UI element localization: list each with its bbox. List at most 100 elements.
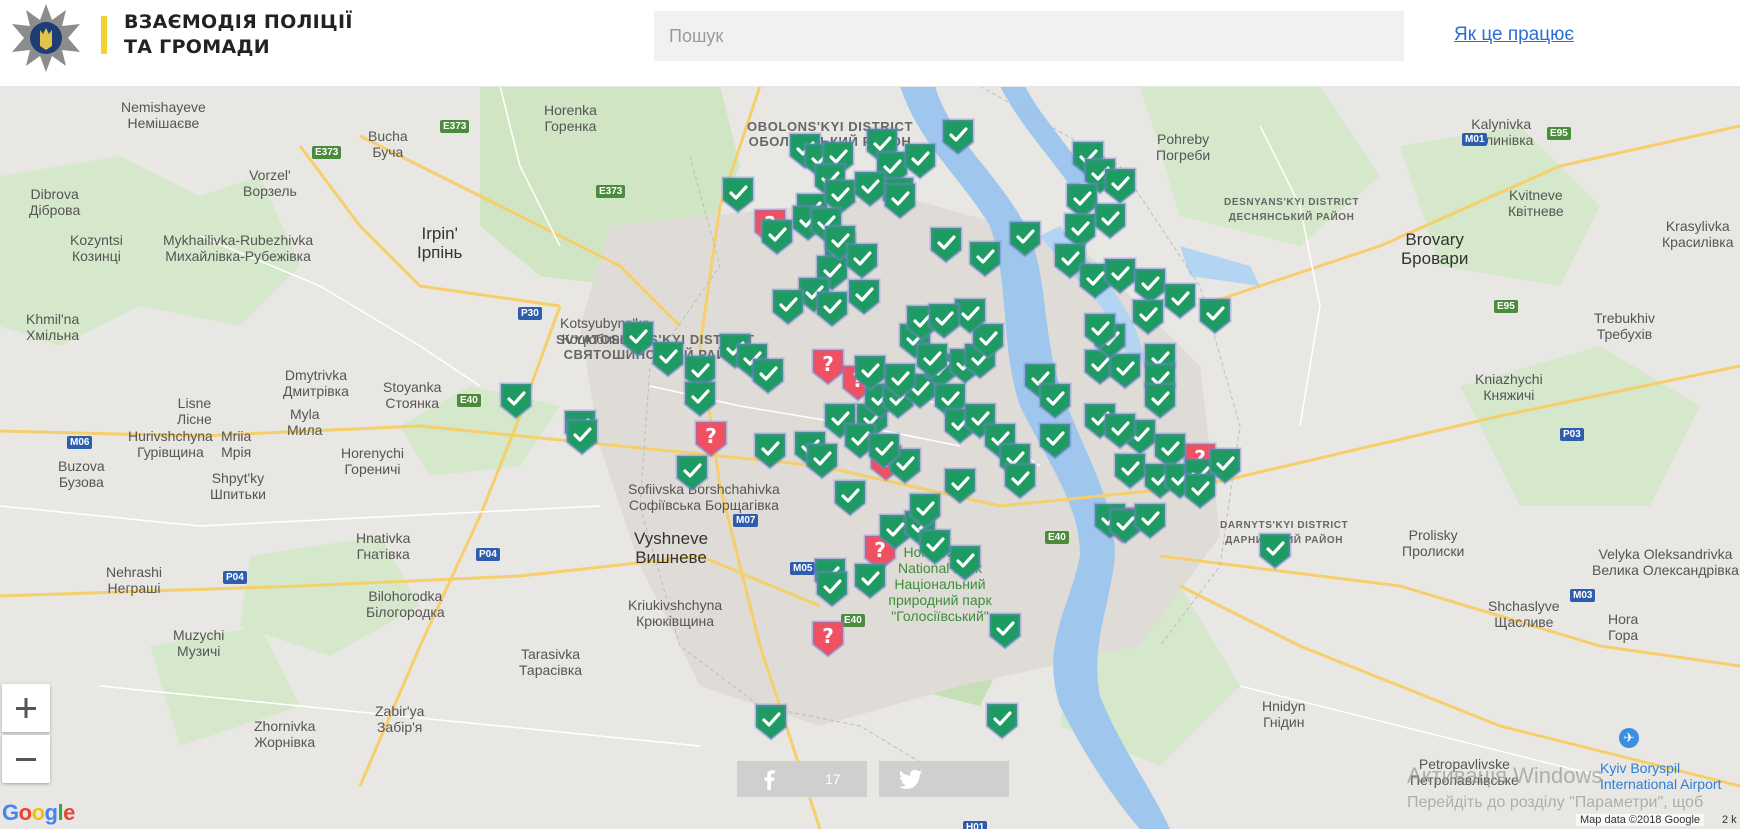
verified-marker[interactable] xyxy=(833,477,867,517)
verified-marker[interactable] xyxy=(853,560,887,600)
place-label: Zhornivka Жорнівка xyxy=(254,718,316,750)
road-sign: H01 xyxy=(963,821,988,829)
verified-marker[interactable] xyxy=(1113,450,1147,490)
site-header: ВЗАЄМОДІЯ ПОЛІЦІЇ ТА ГРОМАДИ Як це працю… xyxy=(0,0,1740,87)
verified-marker[interactable] xyxy=(1258,530,1292,570)
verified-marker[interactable] xyxy=(621,318,655,358)
district-label: DESNYANS'KYI DISTRICT ДЕСНЯНСЬКИЙ РАЙОН xyxy=(1224,197,1360,223)
verified-marker[interactable] xyxy=(968,238,1002,278)
verified-marker[interactable] xyxy=(1198,295,1232,335)
verified-marker[interactable] xyxy=(815,568,849,608)
verified-marker[interactable] xyxy=(988,610,1022,650)
map-canvas[interactable]: Nemishayeve Немішаєве Bucha Буча Horenka Го… xyxy=(0,86,1740,829)
verified-marker[interactable] xyxy=(1083,310,1117,350)
road-sign: M06 xyxy=(67,436,93,449)
verified-marker[interactable] xyxy=(753,430,787,470)
place-label: Tarasivka Тарасівка xyxy=(519,646,583,678)
place-label: Bucha Буча xyxy=(368,128,408,160)
verified-marker[interactable] xyxy=(1143,380,1177,420)
brand-accent-bar xyxy=(101,16,107,54)
verified-marker[interactable] xyxy=(883,180,917,220)
verified-marker[interactable] xyxy=(751,355,785,395)
verified-marker[interactable] xyxy=(754,701,788,741)
windows-activation-subtext: Перейдіть до розділу "Параметри", щоб xyxy=(1407,794,1704,811)
verified-marker[interactable] xyxy=(929,224,963,264)
verified-marker[interactable] xyxy=(845,240,879,280)
verified-marker[interactable] xyxy=(499,380,533,420)
place-label: Nemishayeve Немішаєве xyxy=(121,99,206,131)
map-attribution[interactable]: Map data ©2018 Google xyxy=(1576,814,1705,826)
unverified-marker[interactable]: ? xyxy=(811,618,845,658)
verified-marker[interactable] xyxy=(943,465,977,505)
place-label: Kriukivshchyna Крюківщина xyxy=(628,597,723,629)
zoom-out-button[interactable] xyxy=(2,735,50,783)
minus-icon xyxy=(16,758,36,761)
verified-marker[interactable] xyxy=(1131,296,1165,336)
svg-text:?: ? xyxy=(705,424,717,448)
brand-title: ВЗАЄМОДІЯ ПОЛІЦІЇ ТА ГРОМАДИ xyxy=(124,10,353,60)
place-label: Shchaslyve Щасливе xyxy=(1488,598,1560,630)
place-label: Pohreby Погреби xyxy=(1156,131,1211,163)
place-label: Lisne Лісне xyxy=(177,395,212,427)
verified-marker[interactable] xyxy=(883,360,917,400)
place-label: Zabir'ya Забір'я xyxy=(375,703,425,735)
verified-marker[interactable] xyxy=(1038,420,1072,460)
google-logo[interactable]: Google xyxy=(2,800,75,826)
road-sign: P04 xyxy=(476,548,500,561)
facebook-icon xyxy=(764,770,775,790)
place-label: Bilohorodka Білогородка xyxy=(366,588,445,620)
airport-label: Kyiv Boryspil International Airport xyxy=(1600,760,1722,792)
zoom-in-button[interactable] xyxy=(2,684,50,732)
verified-marker[interactable] xyxy=(1183,470,1217,510)
verified-marker[interactable] xyxy=(760,216,794,256)
verified-marker[interactable] xyxy=(941,116,975,156)
verified-marker[interactable] xyxy=(908,490,942,530)
search-input[interactable] xyxy=(654,11,1404,61)
verified-marker[interactable] xyxy=(683,378,717,418)
place-label: Kvitneve Квітневе xyxy=(1508,187,1564,219)
verified-marker[interactable] xyxy=(1093,200,1127,240)
how-it-works-link[interactable]: Як це працює xyxy=(1454,24,1574,46)
verified-marker[interactable] xyxy=(948,542,982,582)
verified-marker[interactable] xyxy=(1103,165,1137,205)
place-label: Nehrashi Неграші xyxy=(106,564,163,596)
verified-marker[interactable] xyxy=(853,352,887,392)
verified-marker[interactable] xyxy=(805,440,839,480)
place-label: Horenka Горенка xyxy=(544,102,597,134)
verified-marker[interactable] xyxy=(918,526,952,566)
verified-marker[interactable] xyxy=(915,340,949,380)
verified-marker[interactable] xyxy=(771,286,805,326)
verified-marker[interactable] xyxy=(675,452,709,492)
verified-marker[interactable] xyxy=(651,338,685,378)
road-sign: M05 xyxy=(790,562,816,575)
facebook-share-button[interactable]: 17 xyxy=(737,761,867,797)
twitter-share-button[interactable] xyxy=(879,761,1009,797)
verified-marker[interactable] xyxy=(1003,460,1037,500)
place-label: Prolisky Пролиски xyxy=(1402,527,1465,559)
verified-marker[interactable] xyxy=(1103,255,1137,295)
verified-marker[interactable] xyxy=(985,700,1019,740)
verified-marker[interactable] xyxy=(1008,218,1042,258)
place-label: Vorzel' Ворзель xyxy=(243,167,297,199)
plus-icon xyxy=(16,698,36,718)
verified-marker[interactable] xyxy=(565,416,599,456)
road-sign: E373 xyxy=(440,120,470,133)
verified-marker[interactable] xyxy=(867,430,901,470)
verified-marker[interactable] xyxy=(927,300,961,340)
verified-marker[interactable] xyxy=(847,276,881,316)
verified-marker[interactable] xyxy=(1103,410,1137,450)
place-label: Hora Гора xyxy=(1608,611,1639,643)
place-label: Khmil'na Хмільна xyxy=(26,311,80,343)
verified-marker[interactable] xyxy=(853,168,887,208)
verified-marker[interactable] xyxy=(1163,280,1197,320)
verified-marker[interactable] xyxy=(1133,500,1167,540)
airport-icon: ✈ xyxy=(1619,728,1639,748)
unverified-marker[interactable]: ? xyxy=(811,346,845,386)
police-star-logo[interactable] xyxy=(6,2,86,74)
road-sign: E40 xyxy=(457,394,481,407)
verified-marker[interactable] xyxy=(721,174,755,214)
verified-marker[interactable] xyxy=(815,288,849,328)
place-label: Horenychi Гореничі xyxy=(341,445,405,477)
verified-marker[interactable] xyxy=(1038,380,1072,420)
road-sign: P04 xyxy=(223,571,247,584)
